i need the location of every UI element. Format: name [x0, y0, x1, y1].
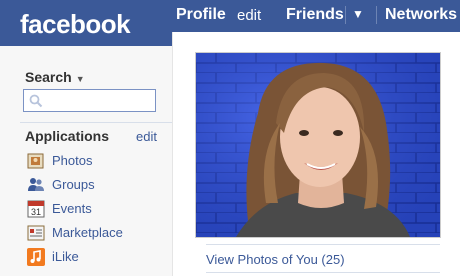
nav-networks-link[interactable]: Networks: [385, 6, 457, 24]
friends-dropdown-arrow-icon[interactable]: ▼: [352, 7, 364, 21]
nav-friends-link[interactable]: Friends: [286, 6, 344, 24]
groups-icon: [28, 178, 44, 191]
applications-edit-link[interactable]: edit: [136, 129, 157, 144]
profile-main: View Photos of You (25): [172, 32, 460, 276]
nav-divider: [376, 6, 377, 24]
ilike-icon: [27, 248, 45, 266]
facebook-logo[interactable]: facebook: [20, 9, 131, 40]
photo-divider: [206, 272, 440, 273]
search-input[interactable]: [23, 89, 156, 112]
app-label: iLike: [52, 249, 79, 264]
photo-divider: [206, 244, 440, 245]
app-label: Events: [52, 201, 92, 216]
events-icon-date: 31: [31, 207, 41, 217]
app-label: Marketplace: [52, 225, 123, 240]
profile-photo[interactable]: [195, 52, 441, 238]
search-heading[interactable]: Search ▼: [25, 69, 85, 85]
marketplace-icon: [27, 225, 45, 241]
photos-icon: [27, 153, 44, 169]
magnifier-icon: [29, 94, 43, 108]
nav-profile-edit-link[interactable]: edit: [237, 7, 261, 24]
profile-photo-image: [196, 53, 440, 237]
app-label: Groups: [52, 177, 95, 192]
search-label: Search: [25, 69, 72, 85]
left-sidebar: Search ▼ Applications edit Photos Groups: [0, 46, 172, 276]
events-icon: 31: [27, 200, 45, 218]
sidebar-divider: [20, 122, 172, 123]
nav-divider: [345, 6, 346, 24]
applications-heading: Applications: [25, 128, 110, 144]
view-photos-link[interactable]: View Photos of You (25): [206, 252, 345, 267]
app-label: Photos: [52, 153, 93, 168]
top-navigation: Profile edit Friends ▼ Networks: [172, 0, 460, 32]
nav-profile-link[interactable]: Profile: [176, 6, 226, 24]
search-caret-icon[interactable]: ▼: [76, 74, 85, 84]
